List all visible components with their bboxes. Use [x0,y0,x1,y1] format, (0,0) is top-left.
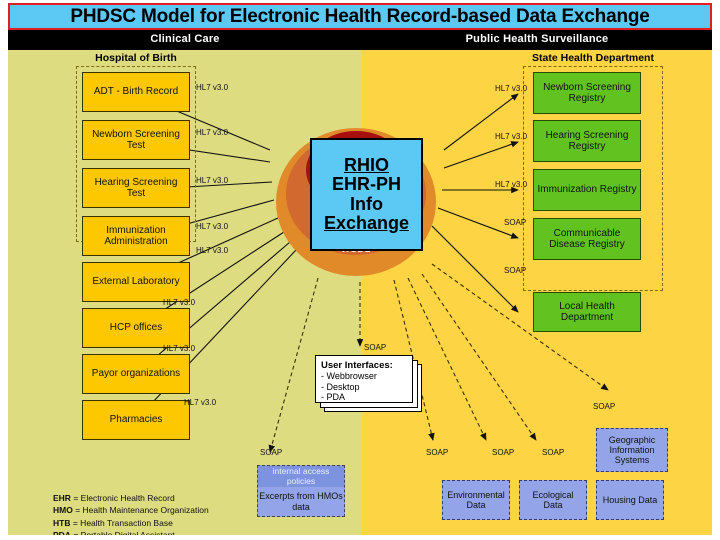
node-immunization-registry[interactable]: Immunization Registry [533,169,641,211]
rhio-hub[interactable]: WSDL RHIO EHR-PH Info Exchange [276,128,436,276]
node-hearing-screening-registry[interactable]: Hearing Screening Registry [533,120,641,162]
legend-abbr: PDA [53,530,71,535]
section-label-public-health: Public Health Surveillance [465,33,609,45]
node-ecological-data[interactable]: Ecological Data [519,480,587,520]
legend-row: PDA = Portable Digital Assistant [53,529,268,535]
edge-label-soap-env: SOAP [426,448,449,457]
edge-label-hl7-7: HL7 v3.0 [163,344,196,353]
node-communicable-disease-registry[interactable]: Communicable Disease Registry [533,218,641,260]
edge-label-soap-gis: SOAP [593,402,616,411]
edge-label-hl7-8: HL7 v3.0 [184,398,217,407]
group-state-health-department-label: State Health Department [532,52,654,64]
hub-line-ehr-ph: EHR-PH [331,174,401,195]
legend-text: = Health Transaction Base [72,517,173,528]
page-title: PHDSC Model for Electronic Health Record… [70,5,650,27]
node-external-laboratory[interactable]: External Laboratory [82,262,190,302]
hmo-internal-access-policies: internal access policies [258,466,344,487]
ui-item-desktop: - Desktop [321,381,360,392]
section-label-clinical-care: Clinical Care [150,33,220,45]
edge-label-soap-r2: SOAP [504,266,527,275]
legend-text: = Portable Digital Assistant [73,530,174,535]
legend-row: EHR = Electronic Health Record [53,492,268,504]
edge-label-hl7-r3: HL7 v3.0 [495,180,528,189]
edge-label-hl7-5: HL7 v3.0 [196,246,229,255]
node-hearing-screening-test[interactable]: Hearing Screening Test [82,168,190,208]
edge-label-soap-hous: SOAP [542,448,565,457]
edge-label-soap-ui: SOAP [364,343,387,352]
legend-abbr: EHR [53,493,71,503]
legend-abbr: HMO [53,505,73,516]
ui-card-front: User Interfaces: - Webbrowser - Desktop … [315,355,413,403]
hub-label-box: RHIO EHR-PH Info Exchange [310,138,423,251]
node-newborn-screening-registry[interactable]: Newborn Screening Registry [533,72,641,114]
node-geographic-information-systems[interactable]: Geographic Information Systems [596,428,668,472]
hub-line-info: Info [350,193,383,214]
group-hospital-of-birth-label: Hospital of Birth [95,52,177,64]
hmo-excerpts-label: Excerpts from HMOs data [259,491,343,512]
edge-label-hl7-4: HL7 v3.0 [196,222,229,231]
ui-heading: User Interfaces: [321,360,393,371]
legend-text: = Health Maintenance Organization [75,505,209,516]
hub-line-exchange: Exchange [323,212,410,233]
diagram-canvas: PHDSC Model for Electronic Health Record… [0,0,720,540]
legend-row: HMO = Health Maintenance Organization [53,504,268,516]
edge-label-soap-eco: SOAP [492,448,515,457]
node-hcp-offices[interactable]: HCP offices [82,308,190,348]
node-immunization-administration[interactable]: Immunization Administration [82,216,190,256]
edge-label-soap-hmo: SOAP [260,448,283,457]
edge-label-hl7-6: HL7 v3.0 [163,298,196,307]
edge-label-hl7-1: HL7 v3.0 [196,83,229,92]
edge-label-soap-r1: SOAP [504,218,527,227]
legend: EHR = Electronic Health Record HMO = Hea… [53,492,268,535]
edge-label-hl7-r2: HL7 v3.0 [495,132,528,141]
legend-row: HTB = Health Transaction Base [53,517,268,529]
node-adt-birth-record[interactable]: ADT - Birth Record [82,72,190,112]
legend-text: = Electronic Health Record [73,493,175,503]
node-local-health-department[interactable]: Local Health Department [533,292,641,332]
node-newborn-screening-test[interactable]: Newborn Screening Test [82,120,190,160]
node-user-interfaces[interactable]: User Interfaces: - Webbrowser - Desktop … [315,355,423,413]
node-pharmacies[interactable]: Pharmacies [82,400,190,440]
legend-abbr: HTB [53,517,71,528]
diagram-title-bar: PHDSC Model for Electronic Health Record… [8,3,712,30]
node-hmo-excerpts[interactable]: internal access policies Excerpts from H… [257,465,345,517]
edge-label-hl7-r1: HL7 v3.0 [495,84,528,93]
ui-item-pda: - PDA [321,392,346,403]
model-body: Hospital of Birth State Health Departmen… [8,50,712,535]
edge-label-hl7-2: HL7 v3.0 [196,128,229,137]
node-housing-data[interactable]: Housing Data [596,480,664,520]
hub-line-rhio: RHIO [344,154,389,175]
node-environmental-data[interactable]: Environmental Data [442,480,510,520]
node-payor-organizations[interactable]: Payor organizations [82,354,190,394]
edge-label-hl7-3: HL7 v3.0 [196,176,229,185]
ui-item-webbrowser: - Webbrowser [321,371,377,381]
